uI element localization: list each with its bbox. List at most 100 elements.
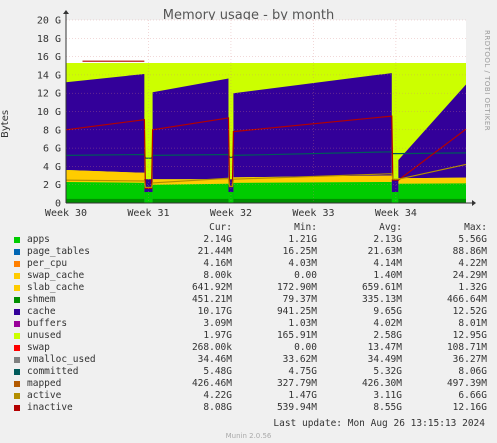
- legend-max: 12.52G: [452, 306, 487, 317]
- legend-name: shmem: [27, 294, 56, 305]
- legend-row: unused 1.97G 165.91M 2.58G 12.95G: [14, 330, 489, 342]
- legend-swatch: [14, 393, 20, 399]
- legend-swatch: [14, 333, 20, 339]
- legend-avg: 4.02M: [373, 318, 402, 329]
- legend-cur: 8.08G: [203, 402, 232, 413]
- legend-max: 8.06G: [458, 366, 487, 377]
- legend-row: mapped 426.46M 327.79M 426.30M 497.39M: [14, 378, 489, 390]
- legend-max: 497.39M: [446, 378, 487, 389]
- cache-area: [66, 73, 145, 173]
- legend-min: 79.37M: [282, 294, 317, 305]
- legend-row: swap 268.00k 0.00 13.47M 108.71M: [14, 342, 489, 354]
- legend-cur: 8.00k: [203, 270, 232, 281]
- legend-row: slab_cache 641.92M 172.90M 659.61M 1.32G: [14, 282, 489, 294]
- legend-cur: 10.17G: [197, 306, 232, 317]
- header-max: Max:: [464, 222, 487, 233]
- y-tick-label: 16 G: [37, 52, 61, 63]
- legend-max: 24.29M: [452, 270, 487, 281]
- legend-swatch: [14, 249, 20, 255]
- legend-row: apps 2.14G 1.21G 2.13G 5.56G: [14, 234, 489, 246]
- legend-avg: 21.63M: [367, 246, 402, 257]
- x-tick-label: Week 30: [45, 208, 87, 219]
- legend-cur: 641.92M: [191, 282, 232, 293]
- legend-table: Cur: Min: Avg: Max: apps 2.14G 1.21G 2.13G 5…: [14, 222, 489, 414]
- legend-avg: 5.32G: [373, 366, 402, 377]
- x-tick-label: Week 31: [127, 208, 169, 219]
- legend-swatch: [14, 321, 20, 327]
- shmem-area: [233, 198, 392, 203]
- legend-row: shmem 451.21M 79.37M 335.13M 466.64M: [14, 294, 489, 306]
- legend-min: 4.75G: [288, 366, 317, 377]
- shmem-area: [398, 198, 466, 203]
- y-tick-label: 10 G: [37, 107, 61, 118]
- legend-cur: 3.09M: [203, 318, 232, 329]
- legend-cur: 426.46M: [191, 378, 232, 389]
- legend-cur: 4.16M: [203, 258, 232, 269]
- legend-max: 466.64M: [446, 294, 487, 305]
- y-tick-label: 20 G: [37, 16, 61, 27]
- y-tick-label: 6 G: [43, 144, 61, 155]
- legend-name: apps: [27, 234, 50, 245]
- legend-min: 4.03M: [288, 258, 317, 269]
- legend-avg: 1.40M: [373, 270, 402, 281]
- legend-row: committed 5.48G 4.75G 5.32G 8.06G: [14, 366, 489, 378]
- x-axis-arrow: [472, 200, 476, 206]
- legend-max: 108.71M: [446, 342, 487, 353]
- legend-min: 0.00: [294, 342, 317, 353]
- y-tick-label: 18 G: [37, 34, 61, 45]
- legend-swatch: [14, 369, 20, 375]
- legend-avg: 34.49M: [367, 354, 402, 365]
- legend-row: cache 10.17G 941.25M 9.65G 12.52G: [14, 306, 489, 318]
- legend-max: 8.01M: [458, 318, 487, 329]
- legend-min: 33.62M: [282, 354, 317, 365]
- legend-cur: 268.00k: [191, 342, 232, 353]
- legend-name: mapped: [27, 378, 62, 389]
- legend-swatch: [14, 345, 20, 351]
- legend-min: 1.47G: [288, 390, 317, 401]
- memory-chart: 02 G4 G6 G8 G10 G12 G14 G16 G18 G20 GWee…: [37, 10, 476, 219]
- legend-name: swap_cache: [27, 270, 85, 281]
- y-tick-label: 8 G: [43, 125, 61, 136]
- legend-cur: 5.48G: [203, 366, 232, 377]
- legend-max: 88.86M: [452, 246, 487, 257]
- legend-min: 172.90M: [276, 282, 317, 293]
- x-tick-label: Week 32: [210, 208, 252, 219]
- legend-avg: 2.58G: [373, 330, 402, 341]
- legend-avg: 2.13G: [373, 234, 402, 245]
- legend-avg: 9.65G: [373, 306, 402, 317]
- legend-max: 12.95G: [452, 330, 487, 341]
- legend-swatch: [14, 297, 20, 303]
- legend-name: slab_cache: [27, 282, 85, 293]
- legend-row: page_tables 21.44M 16.25M 21.63M 88.86M: [14, 246, 489, 258]
- legend-name: cache: [27, 306, 56, 317]
- legend-avg: 4.14M: [373, 258, 402, 269]
- legend-row: per_cpu 4.16M 4.03M 4.14M 4.22M: [14, 258, 489, 270]
- legend-name: active: [27, 390, 62, 401]
- legend-min: 0.00: [294, 270, 317, 281]
- legend-avg: 8.55G: [373, 402, 402, 413]
- legend-avg: 335.13M: [361, 294, 402, 305]
- legend-name: unused: [27, 330, 62, 341]
- legend-row: buffers 3.09M 1.03M 4.02M 8.01M: [14, 318, 489, 330]
- legend-min: 16.25M: [282, 246, 317, 257]
- legend-cur: 21.44M: [197, 246, 232, 257]
- legend-max: 6.66G: [458, 390, 487, 401]
- legend-name: vmalloc_used: [27, 354, 96, 365]
- y-tick-label: 4 G: [43, 162, 61, 173]
- y-tick-label: 2 G: [43, 180, 61, 191]
- legend-row: vmalloc_used 34.46M 33.62M 34.49M 36.27M: [14, 354, 489, 366]
- header-avg: Avg:: [379, 222, 402, 233]
- legend-name: swap: [27, 342, 50, 353]
- legend-max: 4.22M: [458, 258, 487, 269]
- legend-cur: 34.46M: [197, 354, 232, 365]
- legend-cur: 2.14G: [203, 234, 232, 245]
- legend-row: swap_cache 8.00k 0.00 1.40M 24.29M: [14, 270, 489, 282]
- last-update: Last update: Mon Aug 26 13:15:13 2024: [273, 418, 485, 429]
- y-axis-arrow: [63, 10, 69, 14]
- legend-avg: 659.61M: [361, 282, 402, 293]
- legend-avg: 426.30M: [361, 378, 402, 389]
- cache-area: [152, 78, 229, 180]
- legend-max: 36.27M: [452, 354, 487, 365]
- legend-min: 941.25M: [276, 306, 317, 317]
- legend-min: 1.21G: [288, 234, 317, 245]
